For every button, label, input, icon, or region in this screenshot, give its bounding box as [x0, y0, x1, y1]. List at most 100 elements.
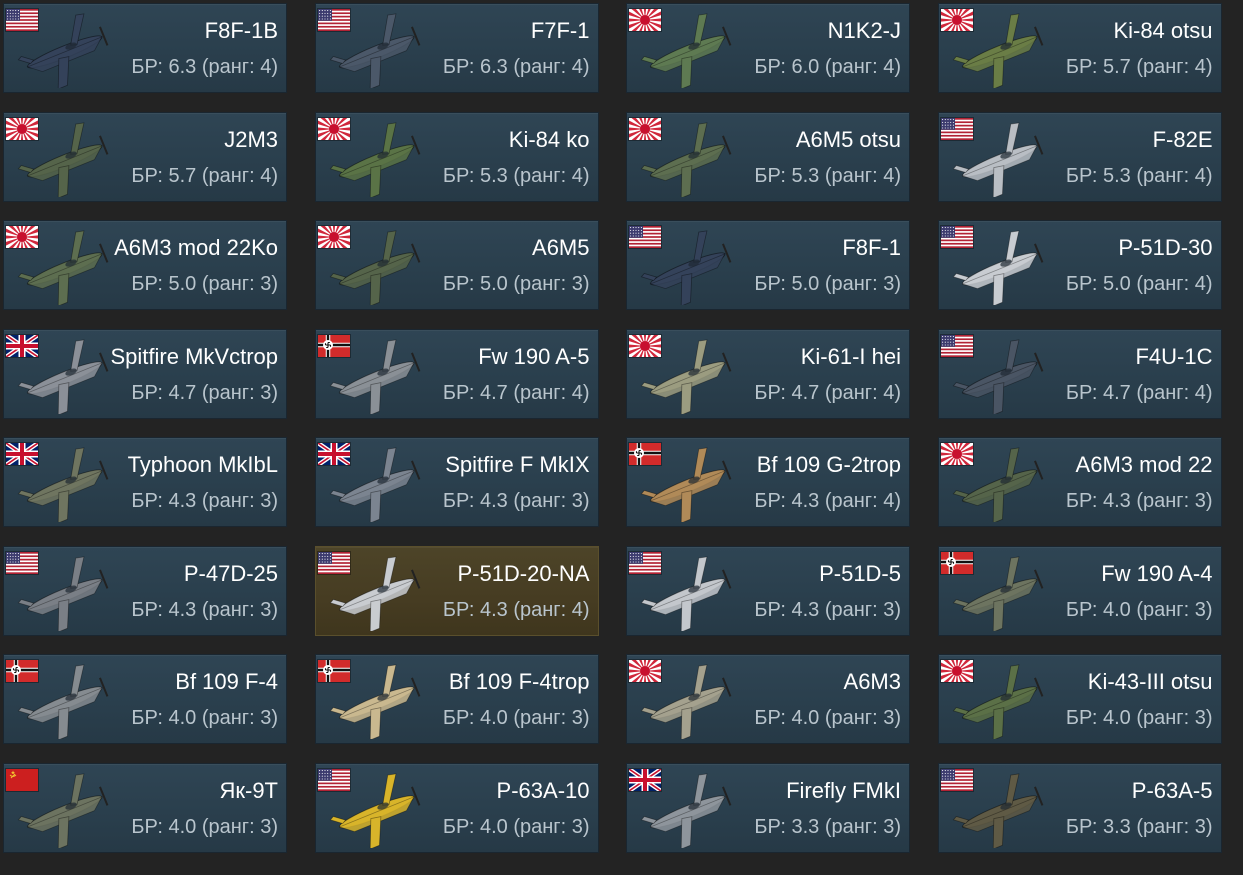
japan-flag-icon: [629, 334, 661, 357]
vehicle-card[interactable]: A6M3 mod 22 БР: 4.3 (ранг: 3): [937, 437, 1222, 527]
vehicle-name: F-82E: [1152, 126, 1213, 152]
vehicle-name: F8F-1B: [204, 18, 278, 43]
japan-flag-icon: [940, 443, 973, 465]
vehicle-card[interactable]: Spitfire MkVctrop БР: 4.7 (ранг: 3): [3, 328, 287, 419]
battle-rating: БР: 4.7 (ранг: 4): [1065, 381, 1213, 404]
battle-rating: БР: 5.7 (ранг: 4): [1065, 56, 1213, 78]
vehicle-name: Firefly FMkI: [786, 777, 901, 803]
germany-flag-icon: [317, 660, 350, 682]
usa-flag-icon: [940, 226, 973, 248]
battle-rating: БР: 3.3 (ранг: 3): [754, 815, 901, 838]
japan-flag-icon: [6, 117, 38, 140]
battle-rating: БР: 4.3 (ранг: 3): [442, 490, 590, 512]
vehicle-card[interactable]: Ki-61-I hei БР: 4.7 (ранг: 4): [626, 328, 910, 419]
germany-flag-icon: [940, 551, 973, 574]
vehicle-card[interactable]: Як-9Т БР: 4.0 (ранг: 3): [3, 762, 287, 853]
vehicle-card[interactable]: Spitfire F MkIX БР: 4.3 (ранг: 3): [314, 437, 599, 527]
vehicle-name: F7F-1: [530, 18, 590, 43]
vehicle-card[interactable]: Bf 109 G-2trop БР: 4.3 (ранг: 4): [626, 437, 910, 527]
vehicle-card[interactable]: Bf 109 F-4trop БР: 4.0 (ранг: 3): [314, 654, 599, 744]
battle-rating: БР: 4.0 (ранг: 3): [131, 707, 278, 729]
vehicle-name: A6M3: [843, 669, 901, 694]
vehicle-card[interactable]: F4U-1C БР: 4.7 (ранг: 4): [937, 328, 1222, 419]
battle-rating: БР: 5.7 (ранг: 4): [131, 164, 278, 187]
germany-flag-icon: [629, 443, 661, 465]
vehicle-name: Bf 109 G-2trop: [756, 452, 901, 477]
vehicle-name: A6M5: [532, 235, 590, 260]
japan-flag-icon: [940, 9, 973, 31]
ussr-flag-icon: [6, 768, 38, 791]
battle-rating: БР: 4.0 (ранг: 3): [1065, 598, 1213, 621]
uk-flag-icon: [629, 768, 661, 791]
battle-rating: БР: 4.7 (ранг: 4): [754, 381, 901, 404]
vehicle-card[interactable]: P-63A-5 БР: 3.3 (ранг: 3): [937, 762, 1222, 853]
vehicle-name: P-51D-20-NA: [457, 560, 590, 586]
japan-flag-icon: [317, 117, 350, 140]
vehicle-card[interactable]: Fw 190 A-4 БР: 4.0 (ранг: 3): [937, 545, 1222, 636]
vehicle-card[interactable]: Ki-43-III otsu БР: 4.0 (ранг: 3): [937, 654, 1222, 744]
vehicle-card[interactable]: F7F-1 БР: 6.3 (ранг: 4): [314, 3, 599, 93]
usa-flag-icon: [629, 551, 661, 574]
vehicle-card[interactable]: P-51D-30 БР: 5.0 (ранг: 4): [937, 220, 1222, 310]
usa-flag-icon: [317, 768, 350, 791]
battle-rating: БР: 5.3 (ранг: 4): [1065, 164, 1213, 187]
germany-flag-icon: [317, 334, 350, 357]
vehicle-card[interactable]: Ki-84 otsu БР: 5.7 (ранг: 4): [937, 3, 1222, 93]
battle-rating: БР: 5.3 (ранг: 4): [442, 164, 590, 187]
vehicle-name: Fw 190 A-4: [1101, 560, 1213, 586]
vehicle-card[interactable]: P-51D-5 БР: 4.3 (ранг: 3): [626, 545, 910, 636]
vehicle-name: Ki-61-I hei: [800, 343, 901, 369]
vehicle-name: Ki-84 otsu: [1113, 18, 1213, 43]
vehicle-name: F4U-1C: [1135, 343, 1213, 369]
battle-rating: БР: 4.0 (ранг: 3): [442, 707, 590, 729]
japan-flag-icon: [317, 226, 350, 248]
battle-rating: БР: 5.0 (ранг: 3): [442, 273, 590, 295]
vehicle-card[interactable]: P-51D-20-NA БР: 4.3 (ранг: 4): [314, 545, 599, 636]
vehicle-name: J2M3: [224, 126, 278, 152]
vehicle-name: A6M3 mod 22: [1075, 452, 1213, 477]
vehicle-name: P-47D-25: [183, 560, 278, 586]
vehicle-name: P-51D-30: [1118, 235, 1213, 260]
japan-flag-icon: [629, 9, 661, 31]
vehicle-card[interactable]: A6M5 otsu БР: 5.3 (ранг: 4): [626, 111, 910, 202]
battle-rating: БР: 4.0 (ранг: 3): [442, 815, 590, 838]
vehicle-card[interactable]: F8F-1 БР: 5.0 (ранг: 3): [626, 220, 910, 310]
vehicle-card[interactable]: Fw 190 A-5 БР: 4.7 (ранг: 4): [314, 328, 599, 419]
uk-flag-icon: [317, 443, 350, 465]
usa-flag-icon: [6, 551, 38, 574]
vehicle-name: P-63A-5: [1131, 777, 1213, 803]
uk-flag-icon: [6, 334, 38, 357]
vehicle-name: Spitfire MkVctrop: [110, 343, 279, 369]
vehicle-name: P-51D-5: [819, 560, 901, 586]
battle-rating: БР: 6.3 (ранг: 4): [131, 56, 278, 78]
japan-flag-icon: [629, 660, 661, 682]
battle-rating: БР: 4.3 (ранг: 3): [1065, 490, 1213, 512]
vehicle-card[interactable]: Firefly FMkI БР: 3.3 (ранг: 3): [626, 762, 910, 853]
vehicle-card[interactable]: J2M3 БР: 5.7 (ранг: 4): [3, 111, 287, 202]
vehicle-card[interactable]: P-47D-25 БР: 4.3 (ранг: 3): [3, 545, 287, 636]
battle-rating: БР: 4.3 (ранг: 3): [131, 490, 278, 512]
vehicle-card[interactable]: Typhoon MkIbL БР: 4.3 (ранг: 3): [3, 437, 287, 527]
vehicle-card[interactable]: Bf 109 F-4 БР: 4.0 (ранг: 3): [3, 654, 287, 744]
usa-flag-icon: [940, 334, 973, 357]
battle-rating: БР: 5.3 (ранг: 4): [754, 164, 901, 187]
battle-rating: БР: 4.3 (ранг: 4): [754, 490, 901, 512]
vehicle-card[interactable]: P-63A-10 БР: 4.0 (ранг: 3): [314, 762, 599, 853]
vehicle-name: Bf 109 F-4: [175, 669, 278, 694]
vehicle-name: N1K2-J: [827, 18, 901, 43]
vehicle-card[interactable]: A6M5 БР: 5.0 (ранг: 3): [314, 220, 599, 310]
vehicle-card[interactable]: F-82E БР: 5.3 (ранг: 4): [937, 111, 1222, 202]
japan-flag-icon: [940, 660, 973, 682]
battle-rating: БР: 6.3 (ранг: 4): [442, 56, 590, 78]
vehicle-name: F8F-1: [842, 235, 901, 260]
vehicle-name: Bf 109 F-4trop: [448, 669, 590, 694]
vehicle-name: A6M3 mod 22Ko: [114, 235, 278, 260]
vehicle-card[interactable]: Ki-84 ko БР: 5.3 (ранг: 4): [314, 111, 599, 202]
vehicle-card[interactable]: A6M3 mod 22Ko БР: 5.0 (ранг: 3): [3, 220, 287, 310]
vehicle-card[interactable]: F8F-1B БР: 6.3 (ранг: 4): [3, 3, 287, 93]
vehicle-grid: F8F-1B БР: 6.3 (ранг: 4) F7F-1 БР: 6.3 (ра…: [0, 0, 1243, 875]
japan-flag-icon: [629, 117, 661, 140]
vehicle-card[interactable]: N1K2-J БР: 6.0 (ранг: 4): [626, 3, 910, 93]
vehicle-card[interactable]: A6M3 БР: 4.0 (ранг: 3): [626, 654, 910, 744]
battle-rating: БР: 5.0 (ранг: 4): [1065, 273, 1213, 295]
